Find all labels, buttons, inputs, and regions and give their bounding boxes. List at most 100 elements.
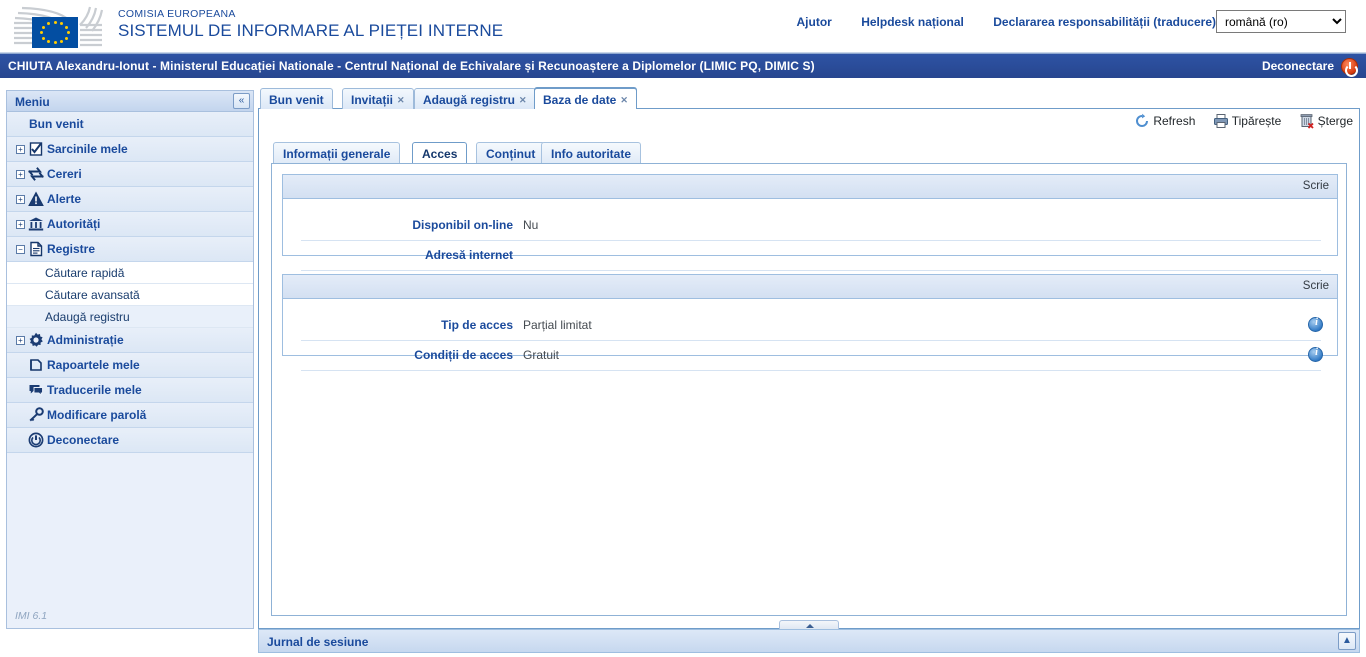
tab-strip: Bun venit Invitații ✕ Adaugă registru✕ Ba… bbox=[258, 88, 1360, 109]
tab-close-icon[interactable]: ✕ bbox=[620, 95, 628, 106]
speech-bubble-icon bbox=[28, 382, 44, 398]
refresh-label: Refresh bbox=[1153, 114, 1195, 128]
refresh-icon bbox=[1134, 113, 1150, 129]
sidebar-item-alerte[interactable]: + Alerte bbox=[7, 187, 253, 212]
delete-button[interactable]: Șterge bbox=[1299, 113, 1353, 129]
sidebar-item-label: Bun venit bbox=[29, 117, 84, 131]
tab-label: Baza de date bbox=[543, 93, 616, 107]
sidebar-header: Meniu « bbox=[7, 91, 253, 112]
gear-icon bbox=[28, 332, 44, 348]
brand-block: COMISIA EUROPEANA SISTEMUL DE INFORMARE … bbox=[118, 8, 503, 41]
disclaimer-link[interactable]: Declararea responsabilității (traducere) bbox=[993, 15, 1216, 29]
field-label: Condiții de acces bbox=[414, 348, 513, 362]
sidebar-item-label: Traducerile mele bbox=[47, 383, 142, 397]
helpdesk-link[interactable]: Helpdesk național bbox=[861, 15, 964, 29]
application-window: COMISIA EUROPEANA SISTEMUL DE INFORMARE … bbox=[0, 0, 1366, 657]
tab-body: Scrie Disponibil on-line Nu Adresă inter… bbox=[271, 163, 1347, 616]
info-icon[interactable]: i bbox=[1308, 347, 1323, 362]
power-icon[interactable] bbox=[1341, 58, 1358, 75]
inner-tab-label: Info autoritate bbox=[551, 147, 631, 161]
form-panel-online: Scrie Disponibil on-line Nu Adresă inter… bbox=[282, 174, 1338, 256]
warning-triangle-icon bbox=[28, 191, 44, 207]
sidebar-subitem-cautare-rapida[interactable]: Căutare rapidă bbox=[7, 262, 253, 284]
inner-tab-info-autoritate[interactable]: Info autoritate bbox=[541, 142, 641, 164]
refresh-button[interactable]: Refresh bbox=[1134, 113, 1195, 129]
field-value: Nu bbox=[523, 218, 538, 232]
tab-baza-de-date[interactable]: Baza de date ✕ bbox=[534, 88, 637, 109]
form-row-adresa-internet: Adresă internet bbox=[283, 241, 1337, 271]
sidebar-item-administratie[interactable]: + Administrație bbox=[7, 328, 253, 353]
sidebar-item-bun-venit[interactable]: Bun venit bbox=[7, 112, 253, 137]
sidebar-title: Meniu bbox=[15, 95, 50, 109]
sidebar-item-label: Deconectare bbox=[47, 433, 119, 447]
printer-icon bbox=[1213, 113, 1229, 129]
field-label: Adresă internet bbox=[425, 248, 513, 262]
sidebar-item-sarcinile-mele[interactable]: + Sarcinile mele bbox=[7, 137, 253, 162]
form-row-tip-de-acces: Tip de acces Parțial limitat i bbox=[283, 311, 1337, 341]
tab-close-icon[interactable]: ✕ bbox=[519, 95, 527, 106]
write-column-header: Scrie bbox=[1303, 180, 1329, 192]
session-log-expand-button[interactable]: ▲ bbox=[1338, 632, 1356, 650]
print-label: Tipărește bbox=[1232, 114, 1282, 128]
inner-tab-acces[interactable]: Acces bbox=[412, 142, 467, 164]
tab-close-icon[interactable]: ✕ bbox=[397, 95, 405, 106]
field-label-wrap: Disponibil on-line bbox=[283, 218, 513, 232]
user-context-bar: CHIUTA Alexandru-Ionut - Ministerul Educ… bbox=[0, 53, 1366, 78]
tab-invitatii[interactable]: Invitații ✕ bbox=[342, 88, 414, 109]
tab-bun-venit[interactable]: Bun venit bbox=[260, 88, 333, 109]
user-info-text: CHIUTA Alexandru-Ionut - Ministerul Educ… bbox=[8, 59, 815, 73]
tab-label: Invitații bbox=[351, 93, 393, 107]
expander-icon[interactable]: + bbox=[16, 220, 25, 229]
sidebar-subitem-adauga-registru[interactable]: Adaugă registru bbox=[7, 306, 253, 328]
power-icon bbox=[28, 432, 44, 448]
printer-report-icon bbox=[28, 357, 44, 373]
sidebar-item-modificare-parola[interactable]: Modificare parolă bbox=[7, 403, 253, 428]
field-label: Disponibil on-line bbox=[412, 218, 513, 232]
sidebar-subitem-cautare-avansata[interactable]: Căutare avansată bbox=[7, 284, 253, 306]
expander-icon[interactable]: + bbox=[16, 145, 25, 154]
field-label-wrap: Condiții de acces bbox=[283, 348, 513, 362]
content-panel: Refresh Tipărește bbox=[258, 109, 1360, 629]
inner-tab-informatii-generale[interactable]: Informații generale bbox=[273, 142, 400, 164]
info-icon[interactable]: i bbox=[1308, 317, 1323, 332]
expander-icon[interactable]: + bbox=[16, 336, 25, 345]
commission-name: COMISIA EUROPEANA bbox=[118, 8, 503, 20]
session-log-title: Jurnal de sesiune bbox=[267, 635, 368, 649]
sidebar-subitem-label: Căutare avansată bbox=[45, 288, 140, 302]
form-row-disponibil-online: Disponibil on-line Nu bbox=[283, 211, 1337, 241]
tab-adauga-registru[interactable]: Adaugă registru✕ bbox=[414, 88, 536, 109]
sidebar-subitem-label: Căutare rapidă bbox=[45, 266, 124, 280]
panel-toolbar: Refresh Tipărește bbox=[1120, 113, 1353, 135]
field-label: Tip de acces bbox=[441, 318, 513, 332]
sidebar-item-label: Registre bbox=[47, 242, 95, 256]
print-button[interactable]: Tipărește bbox=[1213, 113, 1282, 129]
sidebar-item-deconectare[interactable]: Deconectare bbox=[7, 428, 253, 453]
field-value: Parțial limitat bbox=[523, 318, 592, 332]
language-select[interactable]: română (ro) bbox=[1216, 10, 1346, 33]
write-column-header: Scrie bbox=[1303, 280, 1329, 292]
inner-tab-label: Conținut bbox=[486, 147, 535, 161]
sidebar-item-label: Modificare parolă bbox=[47, 408, 146, 422]
logout-link[interactable]: Deconectare bbox=[1262, 59, 1334, 73]
sidebar-collapse-button[interactable]: « bbox=[233, 93, 250, 109]
sidebar-item-registre[interactable]: − Registre bbox=[7, 237, 253, 262]
inner-tab-continut[interactable]: Conținut bbox=[476, 142, 545, 164]
form-row-conditii-de-acces: Condiții de acces Gratuit i bbox=[283, 341, 1337, 371]
expander-icon[interactable]: + bbox=[16, 170, 25, 179]
session-log-bar: Jurnal de sesiune ▲ bbox=[258, 629, 1360, 653]
panel-collapse-handle[interactable] bbox=[779, 620, 839, 629]
expander-icon[interactable]: + bbox=[16, 195, 25, 204]
exchange-arrows-icon bbox=[28, 166, 44, 182]
field-label-wrap: Tip de acces bbox=[283, 318, 513, 332]
sidebar-item-autoritati[interactable]: + Autorități bbox=[7, 212, 253, 237]
document-icon bbox=[28, 241, 44, 257]
help-link[interactable]: Ajutor bbox=[797, 15, 832, 29]
sidebar-subitem-label: Adaugă registru bbox=[45, 310, 130, 324]
sidebar-item-cereri[interactable]: + Cereri bbox=[7, 162, 253, 187]
inner-tab-label: Acces bbox=[422, 147, 457, 161]
expander-icon[interactable]: − bbox=[16, 245, 25, 254]
sidebar-item-rapoartele-mele[interactable]: Rapoartele mele bbox=[7, 353, 253, 378]
tab-label: Bun venit bbox=[269, 93, 324, 107]
sidebar-item-traducerile-mele[interactable]: Traducerile mele bbox=[7, 378, 253, 403]
eu-commission-logo bbox=[10, 5, 115, 49]
